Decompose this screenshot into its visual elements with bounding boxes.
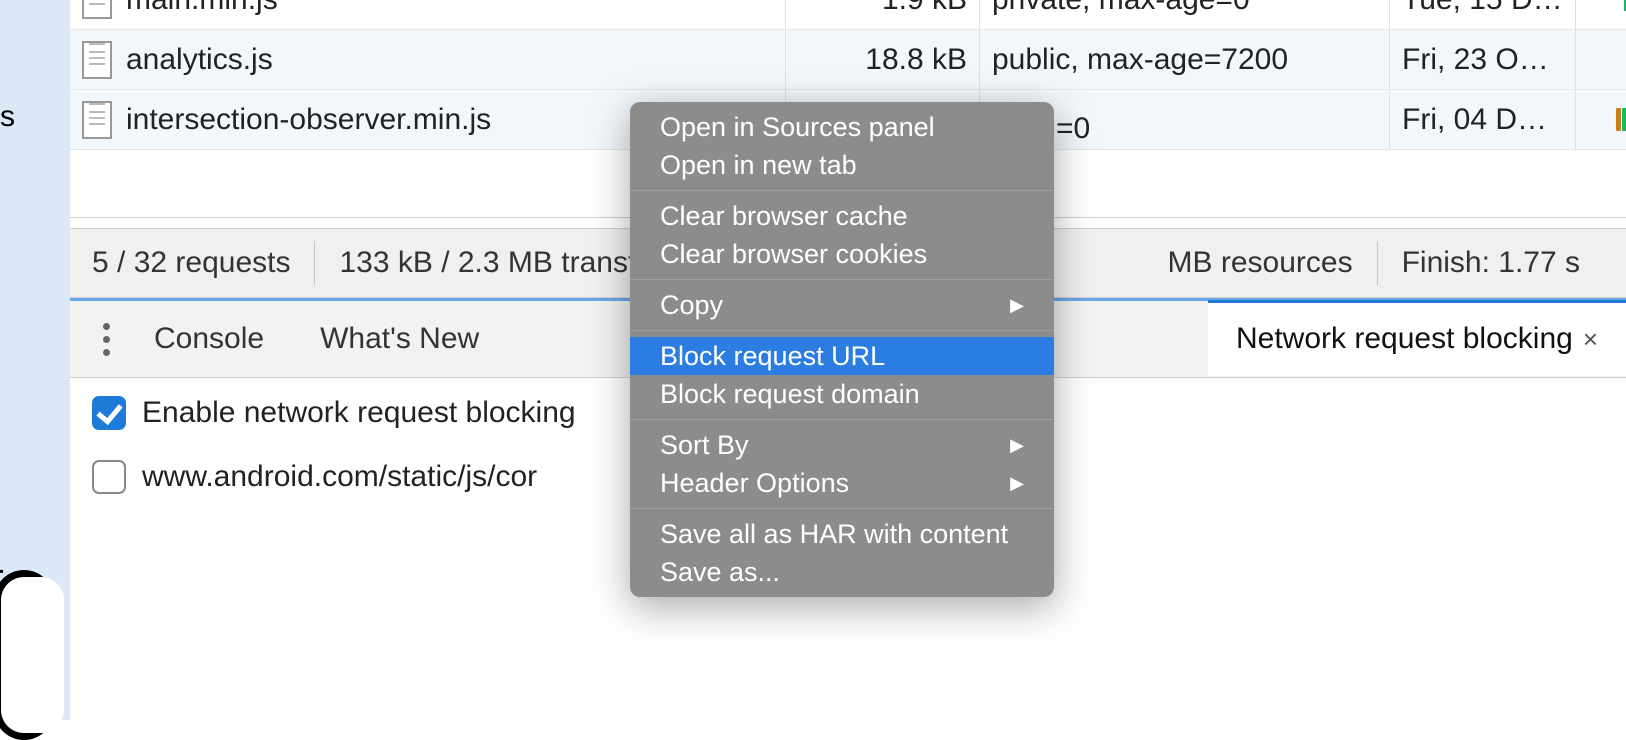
tab-label: Network request blocking — [1236, 322, 1573, 356]
menu-open-in-sources[interactable]: Open in Sources panel — [630, 108, 1054, 146]
table-row[interactable]: analytics.js 18.8 kB public, max-age=720… — [70, 30, 1626, 90]
menu-header-options[interactable]: Header Options▶ — [630, 464, 1054, 502]
menu-clear-browser-cookies[interactable]: Clear browser cookies — [630, 235, 1054, 273]
cell-waterfall — [1576, 30, 1626, 89]
cell-waterfall — [1576, 90, 1626, 149]
menu-sort-by[interactable]: Sort By▶ — [630, 426, 1054, 464]
status-finish: Finish: 1.77 s — [1378, 241, 1604, 285]
waterfall-bar — [1616, 108, 1621, 131]
cell-size: 18.8 kB — [786, 30, 980, 89]
cell-size: 1.9 kB — [786, 0, 980, 29]
checkbox-checked-icon[interactable] — [92, 396, 126, 430]
tab-network-request-blocking[interactable]: Network request blocking × — [1208, 300, 1626, 376]
file-name: intersection-observer.min.js — [126, 103, 491, 137]
menu-open-in-new-tab[interactable]: Open in new tab — [630, 146, 1054, 184]
menu-save-all-as-har[interactable]: Save all as HAR with content — [630, 515, 1054, 553]
chevron-right-icon: ▶ — [1010, 473, 1024, 494]
menu-save-as[interactable]: Save as... — [630, 553, 1054, 591]
file-name: main.min.js — [126, 0, 278, 17]
menu-clear-browser-cache[interactable]: Clear browser cache — [630, 197, 1054, 235]
cell-waterfall — [1576, 0, 1626, 29]
chevron-right-icon: ▶ — [1010, 295, 1024, 316]
context-menu: Open in Sources panel Open in new tab Cl… — [630, 102, 1054, 597]
blocking-pattern-text: www.android.com/static/js/cor — [142, 460, 537, 494]
cell-name: analytics.js — [70, 30, 786, 89]
menu-block-request-url[interactable]: Block request URL — [630, 337, 1054, 375]
cell-cache: private, max-age=0 — [980, 0, 1390, 29]
cell-date: Tue, 15 D… — [1390, 0, 1576, 29]
cell-cache: public, max-age=7200 — [980, 30, 1390, 89]
menu-copy[interactable]: Copy▶ — [630, 286, 1054, 324]
device-preview-edge: s ▪▫▪ — [0, 0, 70, 720]
cell-name: main.min.js — [70, 0, 786, 29]
checkbox-unchecked-icon[interactable] — [92, 460, 126, 494]
file-icon — [82, 101, 112, 139]
cell-date: Fri, 04 D… — [1390, 90, 1576, 149]
tab-console[interactable]: Console — [126, 301, 292, 377]
table-row[interactable]: main.min.js 1.9 kB private, max-age=0 Tu… — [70, 0, 1626, 30]
chevron-right-icon: ▶ — [1010, 435, 1024, 456]
tab-whats-new[interactable]: What's New — [292, 301, 507, 377]
status-resources: MB resources — [1144, 241, 1378, 285]
waterfall-bar — [1622, 108, 1626, 131]
menu-block-request-domain[interactable]: Block request domain — [630, 375, 1054, 413]
cell-date: Fri, 23 O… — [1390, 30, 1576, 89]
enable-blocking-label: Enable network request blocking — [142, 396, 576, 430]
status-requests: 5 / 32 requests — [92, 241, 315, 285]
cell-cache-peek: =0 — [1056, 112, 1090, 146]
file-name: analytics.js — [126, 43, 273, 77]
status-bar-signal-icon: ▪▫▪ — [0, 564, 2, 578]
file-icon — [82, 41, 112, 79]
close-icon[interactable]: × — [1583, 324, 1598, 355]
drawer-menu-icon[interactable] — [70, 323, 126, 356]
partial-text: s — [0, 100, 15, 134]
file-icon — [82, 0, 112, 19]
device-frame-corner: ▪▫▪ — [0, 570, 54, 740]
